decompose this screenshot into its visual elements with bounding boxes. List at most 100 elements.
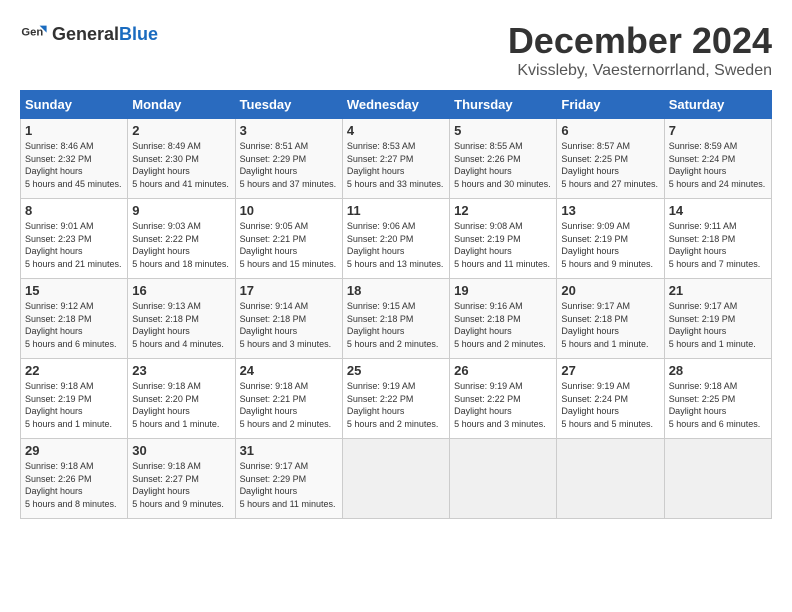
day-number: 2: [132, 123, 230, 138]
day-number: 5: [454, 123, 552, 138]
day-info: Sunrise: 8:46 AMSunset: 2:32 PMDaylight …: [25, 140, 123, 190]
day-of-week-header: Monday: [128, 91, 235, 119]
location-title: Kvissleby, Vaesternorrland, Sweden: [508, 62, 772, 80]
day-number: 30: [132, 443, 230, 458]
calendar-cell: [557, 439, 664, 519]
day-number: 26: [454, 363, 552, 378]
calendar-body: 1Sunrise: 8:46 AMSunset: 2:32 PMDaylight…: [21, 119, 772, 519]
calendar-cell: 17Sunrise: 9:14 AMSunset: 2:18 PMDayligh…: [235, 279, 342, 359]
calendar-cell: 1Sunrise: 8:46 AMSunset: 2:32 PMDaylight…: [21, 119, 128, 199]
calendar-cell: 11 Sunrise: 9:06 AMSunset: 2:20 PMDayligh…: [342, 199, 449, 279]
day-info: Sunrise: 9:19 AMSunset: 2:22 PMDaylight …: [454, 380, 552, 430]
day-info: Sunrise: 9:18 AMSunset: 2:25 PMDaylight …: [669, 380, 767, 430]
day-info: Sunrise: 8:53 AMSunset: 2:27 PMDaylight …: [347, 140, 445, 190]
day-number: 7: [669, 123, 767, 138]
day-number: 24: [240, 363, 338, 378]
day-number: 18: [347, 283, 445, 298]
calendar-cell: 15Sunrise: 9:12 AMSunset: 2:18 PMDayligh…: [21, 279, 128, 359]
calendar-cell: 25 Sunrise: 9:19 AMSunset: 2:22 PMDayligh…: [342, 359, 449, 439]
calendar-cell: 21Sunrise: 9:17 AMSunset: 2:19 PMDayligh…: [664, 279, 771, 359]
day-info: Sunrise: 8:49 AMSunset: 2:30 PMDaylight …: [132, 140, 230, 190]
calendar-cell: 27 Sunrise: 9:19 AMSunset: 2:24 PMDayligh…: [557, 359, 664, 439]
calendar-cell: 7Sunrise: 8:59 AMSunset: 2:24 PMDaylight…: [664, 119, 771, 199]
title-area: December 2024 Kvissleby, Vaesternorrland…: [508, 20, 772, 80]
day-info: Sunrise: 9:17 AMSunset: 2:19 PMDaylight …: [669, 300, 767, 350]
day-number: 23: [132, 363, 230, 378]
day-number: 27: [561, 363, 659, 378]
calendar-cell: 3 Sunrise: 8:51 AMSunset: 2:29 PMDaylight…: [235, 119, 342, 199]
day-number: 11: [347, 203, 445, 218]
day-info: Sunrise: 9:05 AMSunset: 2:21 PMDaylight …: [240, 220, 338, 270]
calendar-cell: 26 Sunrise: 9:19 AMSunset: 2:22 PMDayligh…: [450, 359, 557, 439]
day-number: 3: [240, 123, 338, 138]
day-of-week-header: Wednesday: [342, 91, 449, 119]
logo: Gen GeneralBlue: [20, 20, 158, 48]
day-info: Sunrise: 9:19 AMSunset: 2:22 PMDaylight …: [347, 380, 445, 430]
day-number: 25: [347, 363, 445, 378]
calendar-cell: 19 Sunrise: 9:16 AMSunset: 2:18 PMDayligh…: [450, 279, 557, 359]
day-number: 28: [669, 363, 767, 378]
day-info: Sunrise: 9:14 AMSunset: 2:18 PMDaylight …: [240, 300, 338, 350]
day-info: Sunrise: 9:15 AMSunset: 2:18 PMDaylight …: [347, 300, 445, 350]
day-info: Sunrise: 9:19 AMSunset: 2:24 PMDaylight …: [561, 380, 659, 430]
calendar-cell: 30 Sunrise: 9:18 AMSunset: 2:27 PMDayligh…: [128, 439, 235, 519]
day-info: Sunrise: 9:18 AMSunset: 2:27 PMDaylight …: [132, 460, 230, 510]
calendar-header-row: SundayMondayTuesdayWednesdayThursdayFrid…: [21, 91, 772, 119]
day-info: Sunrise: 8:51 AMSunset: 2:29 PMDaylight …: [240, 140, 338, 190]
calendar-cell: 16Sunrise: 9:13 AMSunset: 2:18 PMDayligh…: [128, 279, 235, 359]
day-number: 31: [240, 443, 338, 458]
day-info: Sunrise: 9:09 AMSunset: 2:19 PMDaylight …: [561, 220, 659, 270]
calendar-cell: 28 Sunrise: 9:18 AMSunset: 2:25 PMDayligh…: [664, 359, 771, 439]
day-of-week-header: Friday: [557, 91, 664, 119]
calendar-week-row: 8Sunrise: 9:01 AMSunset: 2:23 PMDaylight…: [21, 199, 772, 279]
day-info: Sunrise: 9:03 AMSunset: 2:22 PMDaylight …: [132, 220, 230, 270]
calendar-cell: 22 Sunrise: 9:18 AMSunset: 2:19 PMDayligh…: [21, 359, 128, 439]
day-number: 16: [132, 283, 230, 298]
day-number: 19: [454, 283, 552, 298]
day-info: Sunrise: 9:08 AMSunset: 2:19 PMDaylight …: [454, 220, 552, 270]
day-info: Sunrise: 9:17 AMSunset: 2:18 PMDaylight …: [561, 300, 659, 350]
day-number: 4: [347, 123, 445, 138]
day-number: 14: [669, 203, 767, 218]
day-number: 20: [561, 283, 659, 298]
calendar-table: SundayMondayTuesdayWednesdayThursdayFrid…: [20, 90, 772, 519]
day-number: 9: [132, 203, 230, 218]
day-info: Sunrise: 9:01 AMSunset: 2:23 PMDaylight …: [25, 220, 123, 270]
calendar-cell: 10 Sunrise: 9:05 AMSunset: 2:21 PMDayligh…: [235, 199, 342, 279]
calendar-cell: 20 Sunrise: 9:17 AMSunset: 2:18 PMDayligh…: [557, 279, 664, 359]
logo-icon: Gen: [20, 20, 48, 48]
calendar-cell: 6 Sunrise: 8:57 AMSunset: 2:25 PMDaylight…: [557, 119, 664, 199]
day-number: 29: [25, 443, 123, 458]
calendar-cell: [342, 439, 449, 519]
day-info: Sunrise: 9:18 AMSunset: 2:20 PMDaylight …: [132, 380, 230, 430]
calendar-week-row: 29Sunrise: 9:18 AMSunset: 2:26 PMDayligh…: [21, 439, 772, 519]
day-number: 6: [561, 123, 659, 138]
day-info: Sunrise: 9:12 AMSunset: 2:18 PMDaylight …: [25, 300, 123, 350]
day-info: Sunrise: 9:06 AMSunset: 2:20 PMDaylight …: [347, 220, 445, 270]
day-info: Sunrise: 9:16 AMSunset: 2:18 PMDaylight …: [454, 300, 552, 350]
calendar-cell: 18 Sunrise: 9:15 AMSunset: 2:18 PMDayligh…: [342, 279, 449, 359]
day-number: 10: [240, 203, 338, 218]
day-of-week-header: Thursday: [450, 91, 557, 119]
day-info: Sunrise: 9:11 AMSunset: 2:18 PMDaylight …: [669, 220, 767, 270]
calendar-cell: 2 Sunrise: 8:49 AMSunset: 2:30 PMDaylight…: [128, 119, 235, 199]
calendar-cell: 14 Sunrise: 9:11 AMSunset: 2:18 PMDayligh…: [664, 199, 771, 279]
calendar-week-row: 15Sunrise: 9:12 AMSunset: 2:18 PMDayligh…: [21, 279, 772, 359]
day-info: Sunrise: 9:18 AMSunset: 2:21 PMDaylight …: [240, 380, 338, 430]
day-number: 22: [25, 363, 123, 378]
logo-general: General: [52, 24, 119, 44]
calendar-cell: 5 Sunrise: 8:55 AMSunset: 2:26 PMDaylight…: [450, 119, 557, 199]
calendar-week-row: 1Sunrise: 8:46 AMSunset: 2:32 PMDaylight…: [21, 119, 772, 199]
day-info: Sunrise: 8:57 AMSunset: 2:25 PMDaylight …: [561, 140, 659, 190]
calendar-cell: 24 Sunrise: 9:18 AMSunset: 2:21 PMDayligh…: [235, 359, 342, 439]
svg-text:Gen: Gen: [21, 26, 43, 38]
calendar-cell: [450, 439, 557, 519]
calendar-cell: 8Sunrise: 9:01 AMSunset: 2:23 PMDaylight…: [21, 199, 128, 279]
calendar-cell: 23 Sunrise: 9:18 AMSunset: 2:20 PMDayligh…: [128, 359, 235, 439]
calendar-cell: 9 Sunrise: 9:03 AMSunset: 2:22 PMDaylight…: [128, 199, 235, 279]
day-info: Sunrise: 9:18 AMSunset: 2:19 PMDaylight …: [25, 380, 123, 430]
calendar-cell: 12Sunrise: 9:08 AMSunset: 2:19 PMDayligh…: [450, 199, 557, 279]
calendar-cell: 29Sunrise: 9:18 AMSunset: 2:26 PMDayligh…: [21, 439, 128, 519]
day-info: Sunrise: 8:55 AMSunset: 2:26 PMDaylight …: [454, 140, 552, 190]
calendar-cell: 4 Sunrise: 8:53 AMSunset: 2:27 PMDaylight…: [342, 119, 449, 199]
